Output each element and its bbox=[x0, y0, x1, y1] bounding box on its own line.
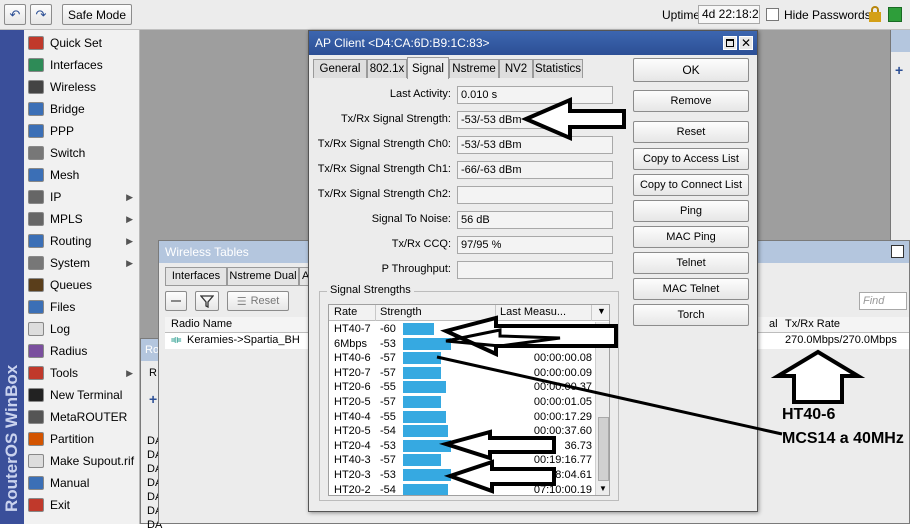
annotation-arrow-rate bbox=[770, 349, 866, 404]
annotation-line-ht40-6 bbox=[436, 355, 783, 436]
annotation-arrow-signal bbox=[520, 96, 626, 142]
annotation-arrow-ht20-3 bbox=[443, 459, 556, 494]
annotation-text-mcs: MCS14 a 40MHz bbox=[782, 430, 904, 447]
annotation-arrow-ht20-4 bbox=[438, 429, 556, 461]
annotation-text-rate: HT40-6 bbox=[782, 406, 836, 423]
annotation-overlay bbox=[436, 96, 866, 494]
